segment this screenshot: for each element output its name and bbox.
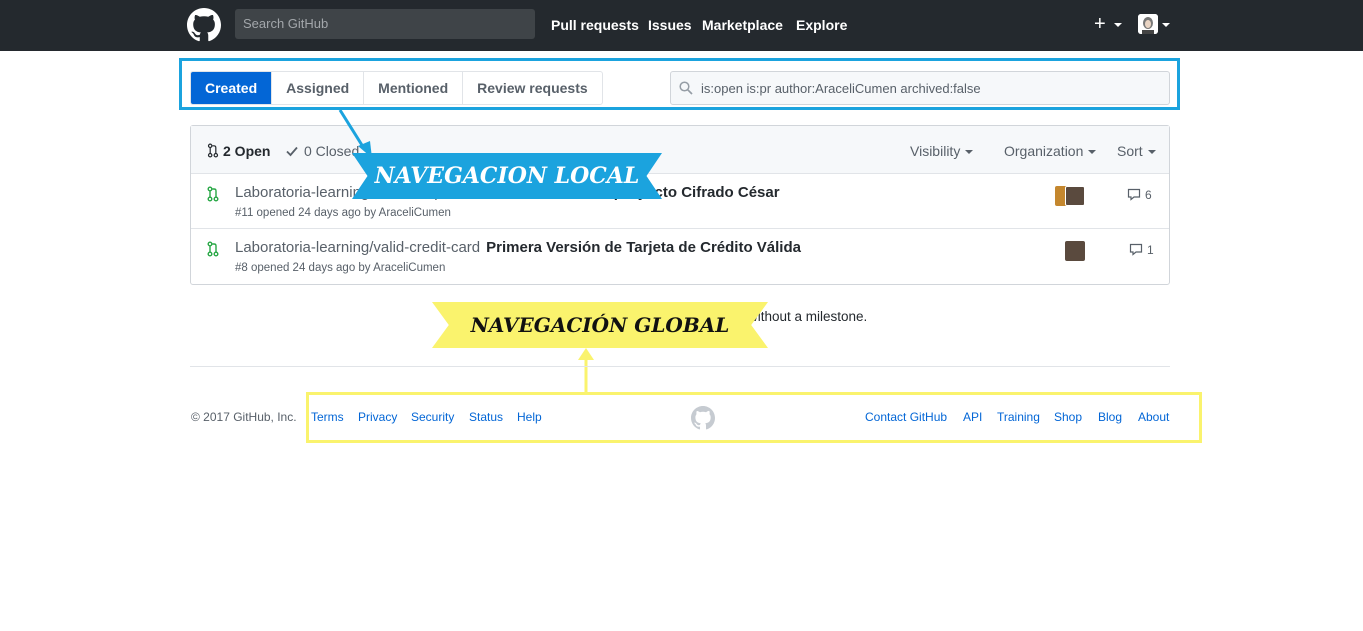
- global-nav-highlight: [306, 392, 1202, 443]
- global-navigation-banner: NAVEGACIÓN GLOBAL: [432, 302, 768, 348]
- local-nav-arrow: [338, 109, 372, 158]
- copyright: © 2017 GitHub, Inc.: [191, 410, 297, 424]
- global-nav-arrow: [578, 348, 594, 392]
- footer-divider: [190, 366, 1170, 367]
- local-navigation-banner: NAVEGACION LOCAL: [352, 153, 662, 199]
